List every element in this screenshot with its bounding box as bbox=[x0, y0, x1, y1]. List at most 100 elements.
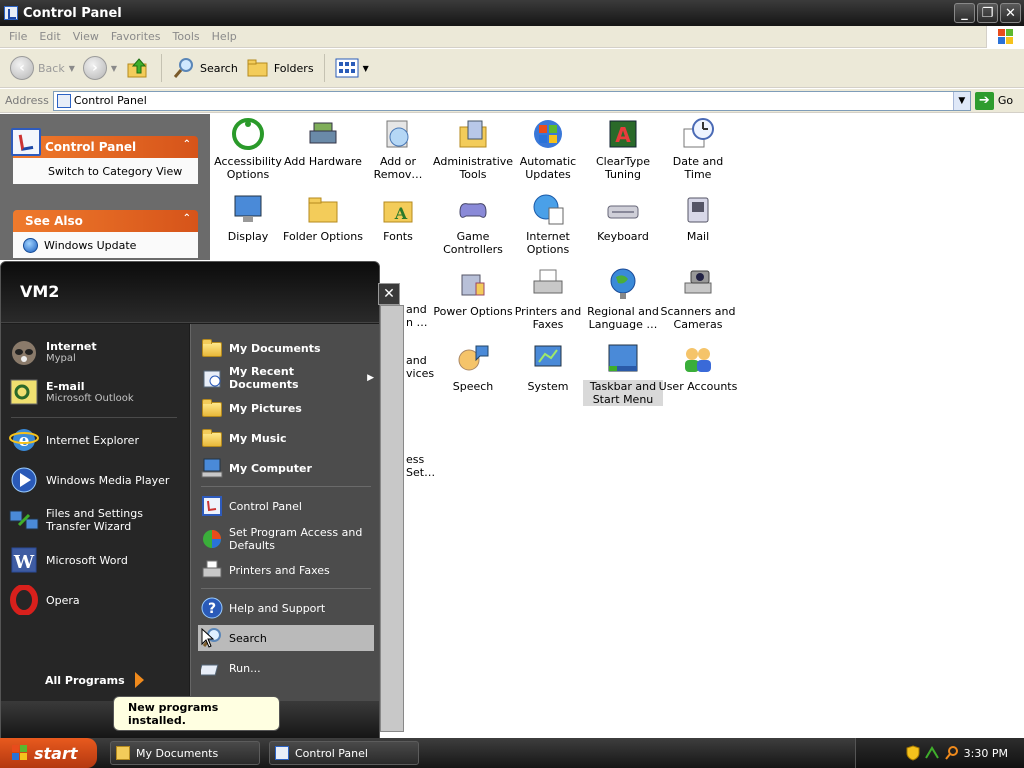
keyboard[interactable]: Keyboard bbox=[583, 192, 663, 243]
date-and-time[interactable]: Date and Time bbox=[658, 117, 738, 181]
internet-options[interactable]: Internet Options bbox=[508, 192, 588, 256]
views-dropdown-icon[interactable]: ▼ bbox=[363, 64, 369, 73]
maximize-button[interactable]: ❐ bbox=[977, 3, 998, 23]
internet-options-icon bbox=[533, 194, 564, 225]
fonts[interactable]: A Fonts bbox=[358, 192, 438, 243]
recent-internet-explorer[interactable]: e Internet Explorer bbox=[9, 425, 185, 455]
administrative-tools-icon bbox=[459, 120, 487, 148]
menu-bar: File Edit View Favorites Tools Help bbox=[0, 26, 1024, 48]
taskbar-my-documents[interactable]: My Documents bbox=[110, 741, 260, 765]
add-hardware[interactable]: Add Hardware bbox=[283, 117, 363, 168]
folders-button[interactable]: Folders bbox=[242, 52, 318, 84]
start-label: start bbox=[34, 743, 78, 763]
search-item[interactable]: Search bbox=[198, 625, 374, 651]
add-remove-programs[interactable]: Add or Remov… bbox=[358, 117, 438, 181]
back-dropdown-icon[interactable]: ▼ bbox=[69, 64, 75, 73]
up-folder-button[interactable] bbox=[121, 52, 155, 84]
close-button[interactable]: ✕ bbox=[1000, 3, 1021, 23]
recent-windows-media-player[interactable]: Windows Media Player bbox=[9, 465, 185, 495]
run-item[interactable]: Run... bbox=[198, 655, 374, 681]
task-pane: Control Panel ⌃ Switch to Category View … bbox=[0, 114, 210, 260]
accessibility-options[interactable]: Accessibility Options bbox=[208, 117, 288, 181]
pinned-email[interactable]: E-mail Microsoft Outlook bbox=[9, 377, 185, 407]
dialog-close-button[interactable]: ✕ bbox=[378, 283, 400, 305]
game-controllers[interactable]: Game Controllers bbox=[433, 192, 513, 256]
pinned-internet[interactable]: Internet Mypal bbox=[9, 337, 185, 367]
my-documents-item[interactable]: My Documents bbox=[198, 335, 374, 361]
control-panel-section-header[interactable]: Control Panel ⌃ bbox=[11, 128, 198, 158]
all-programs-button[interactable]: All Programs bbox=[45, 672, 144, 688]
collapse-chevron-icon[interactable]: ⌃ bbox=[183, 140, 191, 150]
administrative-tools[interactable]: Administrative Tools bbox=[433, 117, 513, 181]
search-button[interactable]: Search bbox=[168, 52, 242, 84]
menu-edit[interactable]: Edit bbox=[33, 30, 66, 43]
search-tray-icon[interactable] bbox=[944, 745, 958, 761]
network-icon[interactable] bbox=[924, 745, 940, 761]
printers-and-faxes[interactable]: Printers and Faxes bbox=[508, 267, 588, 331]
toolbar: ‹ Back ▼ › ▼ Search Folders ▼ bbox=[0, 49, 1024, 88]
forward-dropdown-icon[interactable]: ▼ bbox=[111, 64, 117, 73]
recent-files-settings-transfer[interactable]: Files and Settings Transfer Wizard bbox=[9, 505, 185, 535]
address-value: Control Panel bbox=[73, 94, 147, 107]
collapse-chevron-icon[interactable]: ⌃ bbox=[183, 214, 191, 224]
windows-update-link[interactable]: Windows Update bbox=[13, 232, 198, 258]
go-arrow-icon: ➔ bbox=[974, 91, 994, 110]
title-bar[interactable]: Control Panel _ ❐ ✕ bbox=[0, 0, 1024, 26]
recent-microsoft-word[interactable]: W Microsoft Word bbox=[9, 545, 185, 575]
taskbar-icon bbox=[608, 344, 638, 372]
toolbar-separator bbox=[323, 54, 325, 82]
add-remove-programs-icon bbox=[386, 120, 409, 148]
folder-options[interactable]: Folder Options bbox=[283, 192, 363, 243]
mouse-cursor-icon bbox=[201, 628, 215, 648]
regional-and-language[interactable]: Regional and Language … bbox=[583, 267, 663, 331]
forward-button[interactable]: › ▼ bbox=[79, 52, 121, 84]
power-options[interactable]: Power Options bbox=[433, 267, 513, 318]
go-button[interactable]: ➔ Go bbox=[974, 91, 1013, 110]
menu-help[interactable]: Help bbox=[206, 30, 243, 43]
user-accounts[interactable]: User Accounts bbox=[658, 342, 738, 393]
menu-view[interactable]: View bbox=[67, 30, 105, 43]
my-pictures-item[interactable]: My Pictures bbox=[198, 395, 374, 421]
help-and-support-item[interactable]: ? Help and Support bbox=[198, 595, 374, 621]
speech[interactable]: Speech bbox=[433, 342, 513, 393]
clock[interactable]: 3:30 PM bbox=[964, 747, 1008, 760]
my-documents-icon bbox=[201, 337, 223, 359]
display[interactable]: Display bbox=[208, 192, 288, 243]
menu-favorites[interactable]: Favorites bbox=[105, 30, 167, 43]
taskbar: start My Documents Control Panel 3:30 PM bbox=[0, 738, 1024, 768]
my-computer-icon bbox=[201, 457, 223, 479]
see-also-header[interactable]: See Also ⌃ bbox=[13, 210, 198, 232]
menu-tools[interactable]: Tools bbox=[167, 30, 206, 43]
menu-separator bbox=[11, 417, 177, 418]
control-panel-item[interactable]: Control Panel bbox=[198, 493, 374, 519]
mail[interactable]: Mail bbox=[658, 192, 738, 243]
taskbar-control-panel[interactable]: Control Panel bbox=[269, 741, 419, 765]
recent-opera[interactable]: Opera bbox=[9, 584, 185, 616]
window-title: Control Panel bbox=[23, 5, 122, 21]
partial-item-label: ess Set… bbox=[406, 453, 436, 479]
taskbar-and-start-menu[interactable]: Taskbar and Start Menu bbox=[583, 342, 663, 406]
switch-view-link[interactable]: Switch to Category View bbox=[13, 158, 198, 184]
system[interactable]: System bbox=[508, 342, 588, 393]
notification-balloon[interactable]: New programs installed. bbox=[113, 696, 280, 731]
control-panel-icon bbox=[4, 6, 18, 20]
media-player-icon bbox=[9, 465, 39, 495]
views-button[interactable]: ▼ bbox=[331, 52, 373, 84]
menu-file[interactable]: File bbox=[3, 30, 33, 43]
my-recent-documents-item[interactable]: My Recent Documents ▶ bbox=[198, 365, 374, 391]
start-button[interactable]: start bbox=[0, 738, 97, 768]
security-shield-icon[interactable] bbox=[906, 745, 920, 761]
back-button[interactable]: ‹ Back ▼ bbox=[6, 52, 79, 84]
control-panel-icon bbox=[275, 746, 289, 760]
printers-and-faxes-item[interactable]: Printers and Faxes bbox=[198, 557, 374, 583]
scanners-and-cameras[interactable]: Scanners and Cameras bbox=[658, 267, 738, 331]
set-program-access-item[interactable]: Set Program Access and Defaults bbox=[198, 523, 374, 555]
address-dropdown-icon[interactable]: ▼ bbox=[952, 91, 970, 110]
address-bar: Address Control Panel ▼ ➔ Go bbox=[0, 89, 1024, 113]
address-input[interactable]: Control Panel ▼ bbox=[52, 90, 971, 111]
my-computer-item[interactable]: My Computer bbox=[198, 455, 374, 481]
automatic-updates[interactable]: Automatic Updates bbox=[508, 117, 588, 181]
my-music-item[interactable]: My Music bbox=[198, 425, 374, 451]
cleartype-tuning[interactable]: A ClearType Tuning bbox=[583, 117, 663, 181]
minimize-button[interactable]: _ bbox=[954, 3, 975, 23]
